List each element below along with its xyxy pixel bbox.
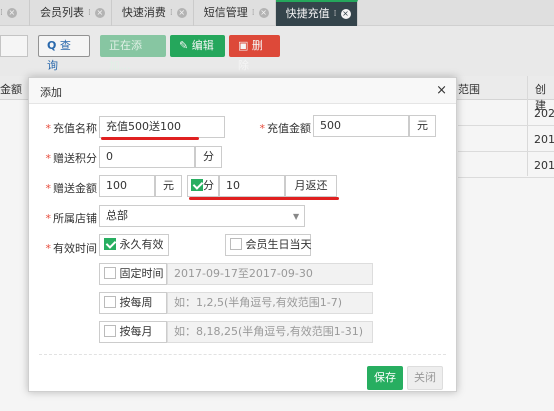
monthly-label: 按每月 — [119, 325, 153, 338]
annotation-underline — [189, 197, 339, 200]
store-select[interactable]: 总部 — [99, 205, 305, 227]
forever-option[interactable]: 永久有效 — [99, 234, 169, 256]
chevron-down-icon: ▼ — [293, 212, 300, 221]
checkbox-icon[interactable] — [104, 325, 116, 337]
gift-amount-field[interactable]: 100 — [99, 175, 155, 197]
amount-unit: 元 — [409, 115, 436, 137]
gift-amount-unit: 元 — [155, 175, 182, 197]
checkbox-icon[interactable] — [104, 267, 116, 279]
store-label: * 所属店铺 — [45, 212, 98, 225]
monthly-days-field[interactable]: 如：8,18,25(半角逗号,有效范围1-31) — [167, 321, 373, 343]
recharge-name-field[interactable]: 充值500送100 — [99, 116, 225, 138]
weekly-option[interactable]: 按每周 — [99, 292, 167, 314]
points-unit: 分 — [195, 146, 222, 168]
checkbox-checked-icon[interactable] — [104, 238, 116, 250]
weekly-days-field[interactable]: 如：1,2,5(半角逗号,有效范围1-7) — [167, 292, 373, 314]
checkbox-checked-icon[interactable] — [191, 179, 203, 191]
save-button[interactable]: 保存 — [367, 366, 403, 390]
fixed-time-label: 固定时间 — [119, 267, 164, 280]
forever-label: 永久有效 — [119, 238, 164, 251]
annotation-underline — [101, 137, 199, 140]
close-button[interactable]: 关闭 — [407, 366, 443, 390]
weekly-label: 按每周 — [119, 296, 153, 309]
gift-amount-label: * 赠送金额 — [45, 182, 98, 195]
dialog-title: 添加 — [40, 86, 62, 99]
amount-label: * 充值金额 — [259, 122, 312, 135]
footer-divider — [39, 354, 446, 355]
gift-points-unit: 分 — [203, 179, 214, 192]
gift-months-field[interactable]: 10 — [219, 175, 285, 197]
birthday-option[interactable]: 会员生日当天 — [225, 234, 312, 256]
checkbox-icon[interactable] — [104, 296, 116, 308]
recharge-amount-field[interactable]: 500 — [313, 115, 409, 137]
valid-time-label: * 有效时间 — [45, 242, 98, 255]
monthly-option[interactable]: 按每月 — [99, 321, 167, 343]
fixed-time-range-field[interactable]: 2017-09-17至2017-09-30 — [167, 263, 373, 285]
dialog-header: 添加 × — [29, 78, 456, 104]
add-recharge-dialog: 添加 × * 充值名称 充值500送100 * 充值金额 500 元 * 赠送积分 0… — [28, 77, 457, 392]
checkbox-icon[interactable] — [230, 238, 242, 250]
gift-points-toggle[interactable]: 分 — [187, 175, 219, 197]
fixed-time-option[interactable]: 固定时间 — [99, 263, 167, 285]
name-label: * 充值名称 — [45, 122, 98, 135]
points-label: * 赠送积分 — [45, 152, 98, 165]
months-return-unit: 月返还 — [285, 175, 337, 197]
birthday-label: 会员生日当天 — [245, 238, 312, 251]
gift-points-field[interactable]: 0 — [99, 146, 195, 168]
close-icon[interactable]: × — [436, 83, 447, 98]
